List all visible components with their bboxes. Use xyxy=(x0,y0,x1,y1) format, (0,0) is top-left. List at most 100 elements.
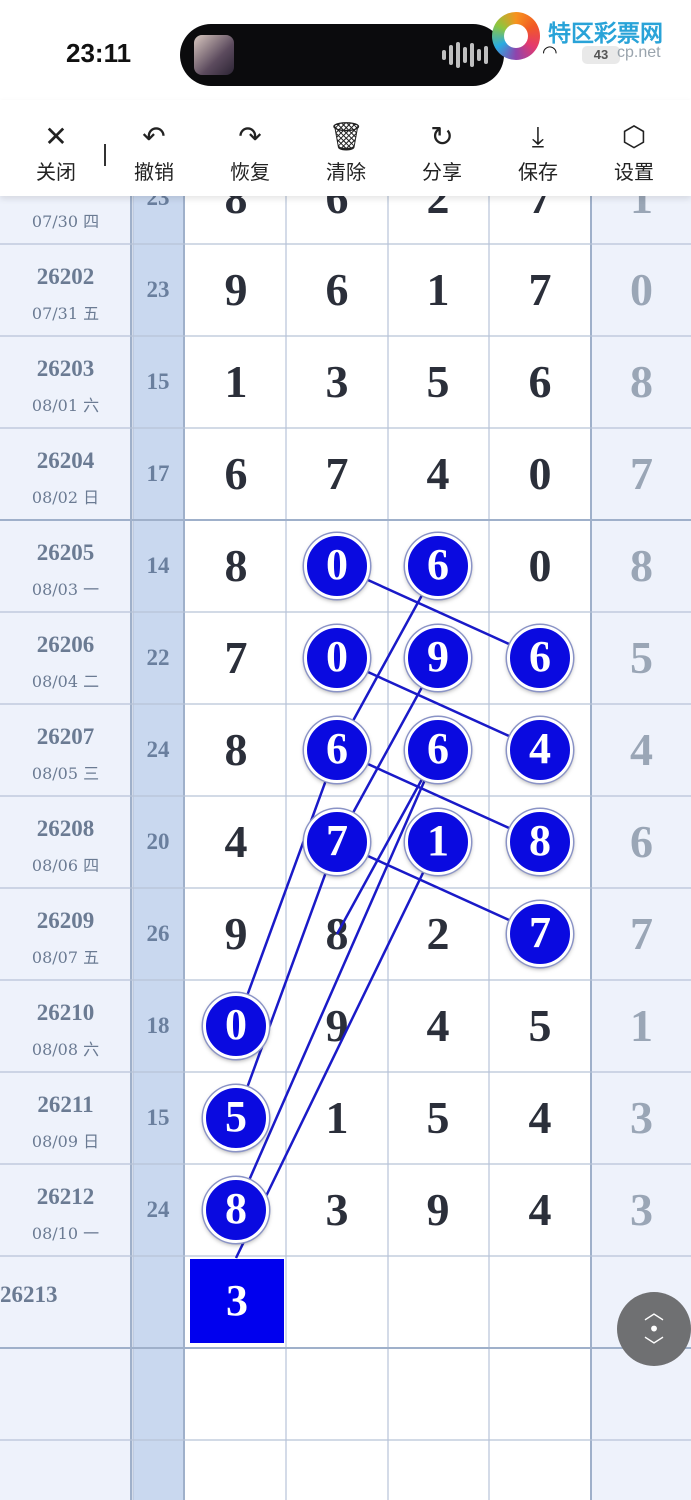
issue-date: 08/01 六 xyxy=(31,396,100,415)
last-digit-cell: 8 xyxy=(630,356,653,407)
undo-button[interactable]: ↶ 撤销 xyxy=(106,100,202,196)
issue-number: 26202 xyxy=(36,264,95,289)
digit-cell[interactable]: 5 xyxy=(490,980,590,1072)
issue-cell: 26205 08/03 一 xyxy=(0,520,131,612)
issue-cell: 26203 08/01 六 xyxy=(0,336,131,428)
download-icon: ⤓ xyxy=(531,120,545,153)
issue-cell: 26209 08/07 五 xyxy=(0,888,131,980)
chevron-up-down-icon: ︿ • ﹀ xyxy=(644,1300,664,1358)
digit-cell[interactable]: 9 xyxy=(186,244,286,336)
sum-value: 22 xyxy=(146,645,170,670)
trash-icon: 🗑 xyxy=(328,120,364,153)
highlighted-digit[interactable]: 0 xyxy=(203,993,269,1059)
issue-cell: 26211 08/09 日 xyxy=(0,1072,131,1164)
digit-cell[interactable]: 3 xyxy=(287,336,387,428)
digit-cell[interactable]: 8 xyxy=(186,520,286,612)
digit-cell[interactable]: 9 xyxy=(287,980,387,1072)
issue-number: 26209 xyxy=(36,908,95,933)
digit-cell[interactable]: 8 xyxy=(186,704,286,796)
digit-cell[interactable]: 7 xyxy=(490,244,590,336)
redo-button[interactable]: ↷ 恢复 xyxy=(202,100,298,196)
issue-cell: 26210 08/08 六 xyxy=(0,980,131,1072)
digit-cell[interactable]: 8 xyxy=(287,888,387,980)
digit-cell[interactable]: 0 xyxy=(490,520,590,612)
digit-cell[interactable]: 7 xyxy=(287,428,387,520)
settings-button[interactable]: ⬡ 设置 xyxy=(586,100,682,196)
sum-value: 23 xyxy=(146,277,170,302)
last-digit-cell: 7 xyxy=(630,908,653,959)
settings-icon: ⬡ xyxy=(621,120,647,153)
digit-cell[interactable]: 3 xyxy=(287,1164,387,1256)
digit-cell[interactable]: 9 xyxy=(186,888,286,980)
issue-number: 26203 xyxy=(36,356,95,381)
close-icon: ✕ xyxy=(44,120,68,153)
last-digit-cell: 3 xyxy=(630,1092,653,1143)
digit-cell[interactable]: 1 xyxy=(186,336,286,428)
digit-cell[interactable]: 6 xyxy=(490,336,590,428)
highlighted-digit[interactable]: 8 xyxy=(507,809,573,875)
last-digit-cell: 4 xyxy=(630,724,653,775)
digit-cell[interactable]: 4 xyxy=(388,428,488,520)
highlighted-digit[interactable]: 9 xyxy=(405,625,471,691)
issue-date: 08/07 五 xyxy=(31,948,100,967)
share-label: 分享 xyxy=(422,160,462,184)
scroll-toggle-button[interactable]: ︿ • ﹀ xyxy=(617,1292,691,1366)
digit-cell[interactable]: 4 xyxy=(490,1164,590,1256)
last-digit-cell: 1 xyxy=(630,1000,653,1051)
digit-cell[interactable]: 5 xyxy=(388,336,488,428)
last-digit-cell: 5 xyxy=(630,632,653,683)
toolbar-divider xyxy=(104,144,106,166)
issue-date: 08/09 日 xyxy=(31,1132,100,1151)
sum-value: 14 xyxy=(146,553,170,578)
share-button[interactable]: ↻ 分享 xyxy=(394,100,490,196)
highlighted-digit[interactable]: 1 xyxy=(405,809,471,875)
sum-value: 24 xyxy=(146,737,170,762)
clear-label: 清除 xyxy=(326,160,366,184)
redo-icon: ↷ xyxy=(238,120,262,153)
digit-cell[interactable]: 5 xyxy=(388,1072,488,1164)
highlighted-digit[interactable]: 4 xyxy=(507,717,573,783)
issue-cell: 26202 07/31 五 xyxy=(0,244,131,336)
issue-number: 26211 xyxy=(37,1092,94,1117)
last-digit-cell: 8 xyxy=(630,540,653,591)
highlighted-digit[interactable]: 6 xyxy=(405,717,471,783)
digit-cell[interactable]: 0 xyxy=(490,428,590,520)
digit-cell[interactable]: 7 xyxy=(186,612,286,704)
highlighted-digit[interactable]: 0 xyxy=(304,533,370,599)
highlighted-digit[interactable]: 6 xyxy=(405,533,471,599)
issue-date: 08/05 三 xyxy=(31,764,100,783)
digit-cell[interactable]: 4 xyxy=(490,1072,590,1164)
last-digit-cell: 3 xyxy=(630,1184,653,1235)
issue-number: 26205 xyxy=(36,540,95,565)
save-button[interactable]: ⤓ 保存 xyxy=(490,100,586,196)
close-button[interactable]: ✕ 关闭 xyxy=(8,100,104,196)
sum-value: 17 xyxy=(146,461,170,486)
highlighted-digit[interactable]: 0 xyxy=(304,625,370,691)
digit-cell[interactable]: 4 xyxy=(186,796,286,888)
highlighted-digit[interactable]: 7 xyxy=(304,809,370,875)
digit-cell[interactable]: 1 xyxy=(287,1072,387,1164)
number-trend-grid[interactable]: 2620107/30 四23862712620207/31 五239617026… xyxy=(0,0,691,1500)
result-cell[interactable]: 3 xyxy=(190,1259,284,1343)
highlighted-digit[interactable]: 6 xyxy=(507,625,573,691)
clear-button[interactable]: 🗑 清除 xyxy=(298,100,394,196)
digit-cell[interactable]: 6 xyxy=(186,428,286,520)
issue-number: 26207 xyxy=(36,724,95,749)
highlighted-digit[interactable]: 6 xyxy=(304,717,370,783)
highlighted-digit[interactable]: 8 xyxy=(203,1177,269,1243)
digit-cell[interactable]: 1 xyxy=(388,244,488,336)
last-digit-cell: 6 xyxy=(630,816,653,867)
digit-cell[interactable]: 4 xyxy=(388,980,488,1072)
issue-date: 08/10 一 xyxy=(31,1224,100,1243)
highlighted-digit[interactable]: 5 xyxy=(203,1085,269,1151)
issue-number: 26208 xyxy=(36,816,95,841)
digit-cell[interactable]: 2 xyxy=(388,888,488,980)
issue-cell: 26204 08/02 日 xyxy=(0,428,131,520)
digit-cell[interactable]: 9 xyxy=(388,1164,488,1256)
sum-value: 20 xyxy=(146,829,170,854)
sum-value: 26 xyxy=(146,921,170,946)
share-icon: ↻ xyxy=(430,120,454,153)
highlighted-digit[interactable]: 7 xyxy=(507,901,573,967)
digit-cell[interactable]: 6 xyxy=(287,244,387,336)
issue-date: 07/31 五 xyxy=(31,304,100,323)
